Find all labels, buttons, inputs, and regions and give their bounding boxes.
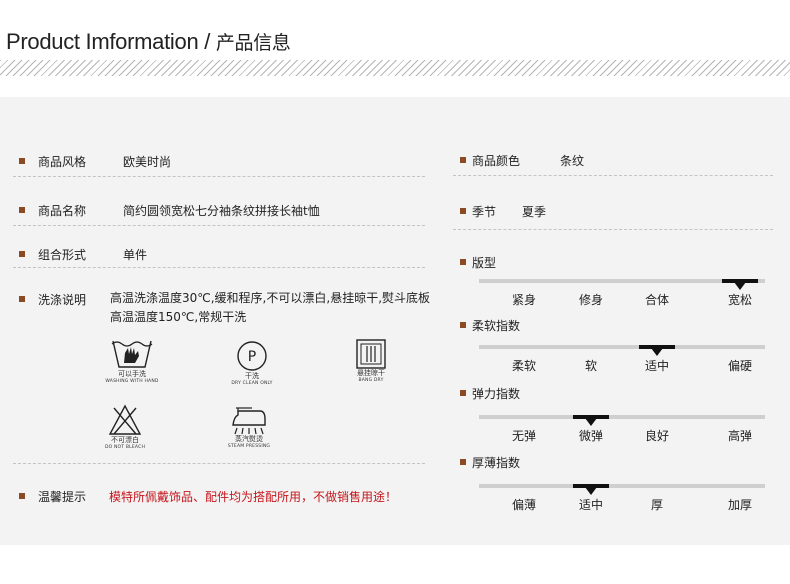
page-title-en: Product Imformation bbox=[6, 29, 199, 54]
scale-option: 适中 bbox=[578, 498, 604, 512]
care-label-en: DO NOT BLEACH bbox=[104, 445, 146, 450]
care-label-en: BANG DRY bbox=[358, 378, 384, 383]
combo-label: 组合形式 bbox=[38, 248, 87, 262]
scale-track bbox=[479, 484, 765, 488]
wash-value: 高温洗涤温度30℃,缓和程序,不可以漂白,悬挂晾干,熨斗底板高温温度150℃,常… bbox=[110, 291, 431, 324]
name-value: 简约圆领宽松七分袖条纹拼接长袖t恤 bbox=[123, 204, 320, 218]
care-label-cn: 不可漂白 bbox=[111, 436, 139, 444]
style-value: 欧美时尚 bbox=[123, 155, 172, 169]
scale-option: 软 bbox=[584, 359, 598, 373]
care-label-en: STEAM PRESSING bbox=[227, 444, 271, 449]
row-divider bbox=[453, 229, 773, 230]
svg-text:P: P bbox=[248, 349, 256, 365]
scale-option: 偏薄 bbox=[511, 498, 537, 512]
scale-track bbox=[479, 415, 765, 419]
dry-clean-icon: P bbox=[237, 341, 267, 371]
scale-label: 版型 bbox=[472, 256, 497, 270]
care-item-hand-wash: 可以手洗 WASHING WITH HAND bbox=[103, 338, 161, 385]
scale-pointer-icon bbox=[585, 418, 597, 426]
note-label: 温馨提示 bbox=[38, 490, 87, 504]
row-divider bbox=[13, 176, 425, 177]
scale-option: 厚 bbox=[650, 498, 664, 512]
wash-label: 洗涤说明 bbox=[38, 293, 87, 307]
bullet-icon bbox=[19, 296, 25, 302]
hang-dry-icon bbox=[356, 339, 386, 369]
scale-track bbox=[479, 345, 765, 349]
scale-option: 宽松 bbox=[727, 293, 753, 307]
bullet-icon bbox=[19, 158, 25, 164]
page-title: Product Imformation / 产品信息 bbox=[6, 28, 291, 55]
bullet-icon bbox=[460, 459, 466, 465]
row-divider bbox=[13, 267, 425, 268]
page-title-separator: / bbox=[198, 29, 216, 54]
scale-label: 弹力指数 bbox=[472, 387, 521, 401]
bullet-icon bbox=[19, 251, 25, 257]
scale-label: 厚薄指数 bbox=[472, 456, 521, 470]
care-label-cn: 蒸汽熨烫 bbox=[235, 435, 263, 443]
scale-option: 紧身 bbox=[511, 293, 537, 307]
bullet-icon bbox=[19, 207, 25, 213]
care-label-en: DRY CLEAN ONLY bbox=[231, 381, 273, 386]
no-bleach-icon bbox=[108, 404, 142, 435]
scale-label: 柔软指数 bbox=[472, 319, 521, 333]
bullet-icon bbox=[460, 322, 466, 328]
scale-option: 良好 bbox=[644, 429, 670, 443]
scale-option: 偏硬 bbox=[727, 359, 753, 373]
bullet-icon bbox=[460, 157, 466, 163]
season-value: 夏季 bbox=[522, 205, 547, 219]
header-stripe-divider bbox=[0, 60, 790, 76]
scale-option: 高弹 bbox=[727, 429, 753, 443]
care-item-steam-iron: 蒸汽熨烫 STEAM PRESSING bbox=[224, 407, 274, 450]
bullet-icon bbox=[460, 208, 466, 214]
scale-option: 微弹 bbox=[578, 429, 604, 443]
name-label: 商品名称 bbox=[38, 204, 87, 218]
care-item-no-bleach: 不可漂白 DO NOT BLEACH bbox=[103, 404, 147, 451]
scale-option: 适中 bbox=[644, 359, 670, 373]
care-label-en: WASHING WITH HAND bbox=[105, 379, 159, 384]
hand-wash-icon bbox=[111, 340, 153, 368]
scale-pointer-icon bbox=[651, 348, 663, 356]
row-divider bbox=[13, 463, 425, 464]
care-item-dry-clean: P 干洗 DRY CLEAN ONLY bbox=[225, 340, 279, 387]
page-title-cn: 产品信息 bbox=[215, 32, 291, 54]
scale-option: 柔软 bbox=[511, 359, 537, 373]
care-label-cn: 悬挂晾干 bbox=[357, 369, 385, 377]
care-item-hang-dry: 悬挂晾干 BANG DRY bbox=[348, 339, 394, 384]
scale-option: 无弹 bbox=[511, 429, 537, 443]
scale-pointer-icon bbox=[734, 282, 746, 290]
scale-pointer-icon bbox=[585, 487, 597, 495]
bullet-icon bbox=[460, 390, 466, 396]
style-label: 商品风格 bbox=[38, 155, 87, 169]
color-value: 条纹 bbox=[560, 154, 585, 168]
season-label: 季节 bbox=[472, 205, 497, 219]
row-divider bbox=[453, 175, 773, 176]
row-divider bbox=[13, 225, 425, 226]
combo-value: 单件 bbox=[123, 248, 148, 262]
steam-iron-icon bbox=[232, 407, 266, 435]
note-value: 模特所佩戴饰品、配件均为搭配所用，不做销售用途！ bbox=[109, 490, 398, 504]
care-label-cn: 干洗 bbox=[245, 372, 259, 380]
bullet-icon bbox=[460, 259, 466, 265]
care-label-cn: 可以手洗 bbox=[118, 370, 146, 378]
bullet-icon bbox=[19, 493, 25, 499]
scale-option: 合体 bbox=[644, 293, 670, 307]
scale-option: 修身 bbox=[578, 293, 604, 307]
color-label: 商品颜色 bbox=[472, 154, 521, 168]
scale-option: 加厚 bbox=[727, 498, 753, 512]
